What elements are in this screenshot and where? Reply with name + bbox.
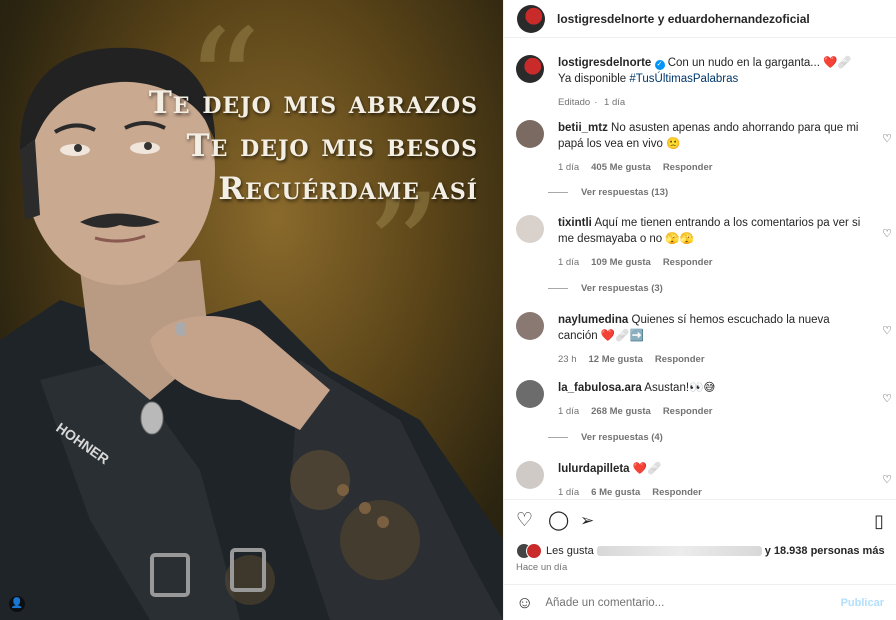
reply-button[interactable]: Responder <box>652 487 702 498</box>
comment-likes[interactable]: 6 Me gusta <box>591 487 640 498</box>
view-replies-button[interactable]: Ver respuestas (3) <box>548 283 663 294</box>
posted-time: Hace un día <box>516 562 568 573</box>
instagram-post: HOHNER “ ” Te dejo mis abrazos Te dejo m… <box>0 0 896 620</box>
comment-username[interactable]: naylumedina <box>558 314 628 326</box>
likes-suffix[interactable]: y 18.938 personas más <box>765 545 885 557</box>
comment-username[interactable]: la_fabulosa.ara <box>558 382 642 394</box>
comment-username[interactable]: lulurdapilleta <box>558 463 630 475</box>
view-replies-label[interactable]: Ver respuestas (13) <box>581 187 668 198</box>
lyrics-overlay: Te dejo mis abrazos Te dejo mis besos Re… <box>149 82 478 211</box>
comment-time: 1 día <box>558 257 580 268</box>
avatar[interactable] <box>516 312 544 340</box>
reply-button[interactable]: Responder <box>663 162 713 173</box>
comment-username[interactable]: tixintli <box>558 217 592 229</box>
avatar[interactable] <box>516 380 544 408</box>
comment-text: ❤️🩹 <box>632 463 662 475</box>
comment-text: Aquí me tienen entrando a los comentario… <box>558 217 861 245</box>
view-replies-button[interactable]: Ver respuestas (13) <box>548 187 668 198</box>
share-icon[interactable]: ➢ <box>580 510 594 532</box>
lyric-line-1: Te dejo mis abrazos <box>148 85 478 121</box>
avatar <box>526 543 542 559</box>
comment-icon[interactable]: ◯ <box>548 510 569 532</box>
comment-composer: ☺ Publicar <box>504 584 896 620</box>
edited-label: Editado <box>558 97 591 108</box>
comment-input[interactable] <box>545 596 841 609</box>
view-replies-button[interactable]: Ver respuestas (4) <box>548 432 663 443</box>
comment-time: 23 h <box>558 354 577 365</box>
tagged-user-icon[interactable]: 👤 <box>9 596 25 612</box>
like-comment-heart-icon[interactable]: ♡ <box>882 227 892 240</box>
verified-badge-icon: ✓ <box>654 60 665 70</box>
view-replies-label[interactable]: Ver respuestas (3) <box>581 283 663 294</box>
caption-text: Con un nudo en la garganta... ❤️🩹 <box>667 57 852 69</box>
like-comment-heart-icon[interactable]: ♡ <box>882 392 892 405</box>
blurred-username <box>596 546 762 556</box>
likes-prefix: Les gusta <box>546 545 594 557</box>
caption-time: 1 día <box>604 97 626 108</box>
avatar[interactable] <box>517 4 545 33</box>
comment-text: Asustan!👀😅 <box>644 382 716 394</box>
caption-username[interactable]: lostigresdelnorte <box>558 57 651 69</box>
comment-likes[interactable]: 405 Me gusta <box>591 162 651 173</box>
lyric-line-2: Te dejo mis besos <box>186 128 478 164</box>
caption-line2: Ya disponible <box>558 73 627 85</box>
comment-time: 1 día <box>558 406 580 417</box>
post-panel: lostigresdelnorte y eduardohernandezofic… <box>503 0 896 620</box>
lyric-line-3: Recuérdame así <box>218 171 478 207</box>
reply-button[interactable]: Responder <box>663 257 713 268</box>
hashtag-link[interactable]: #TusÚltimasPalabras <box>629 73 738 85</box>
view-replies-label[interactable]: Ver respuestas (4) <box>581 432 663 443</box>
publish-button[interactable]: Publicar <box>841 597 884 609</box>
bookmark-icon[interactable]: ▯ <box>874 510 884 532</box>
comment-likes[interactable]: 109 Me gusta <box>591 257 651 268</box>
likes-summary[interactable]: Les gusta y 18.938 personas más <box>516 543 885 559</box>
reply-button[interactable]: Responder <box>655 354 705 365</box>
comment-time: 1 día <box>558 162 580 173</box>
comments-section[interactable]: lostigresdelnorte ✓ Con un nudo en la ga… <box>504 47 896 499</box>
post-image[interactable]: HOHNER “ ” Te dejo mis abrazos Te dejo m… <box>0 0 503 620</box>
action-bar: ♡ ◯ ➢ ▯ Les gusta y 18.938 personas más … <box>504 499 896 584</box>
avatar[interactable] <box>516 215 544 243</box>
like-comment-heart-icon[interactable]: ♡ <box>882 324 892 337</box>
post-header: lostigresdelnorte y eduardohernandezofic… <box>504 0 896 38</box>
like-comment-heart-icon[interactable]: ♡ <box>882 132 892 145</box>
heart-icon[interactable]: ♡ <box>516 510 533 532</box>
avatar[interactable] <box>516 461 544 489</box>
comment-likes[interactable]: 12 Me gusta <box>589 354 643 365</box>
like-comment-heart-icon[interactable]: ♡ <box>882 473 892 486</box>
comment-time: 1 día <box>558 487 580 498</box>
comment-likes[interactable]: 268 Me gusta <box>591 406 651 417</box>
comment-username[interactable]: betii_mtz <box>558 122 608 134</box>
avatar[interactable] <box>516 120 544 148</box>
reply-button[interactable]: Responder <box>663 406 713 417</box>
avatar[interactable] <box>516 55 544 83</box>
account-names[interactable]: lostigresdelnorte y eduardohernandezofic… <box>557 12 810 26</box>
emoji-icon[interactable]: ☺ <box>516 593 533 613</box>
